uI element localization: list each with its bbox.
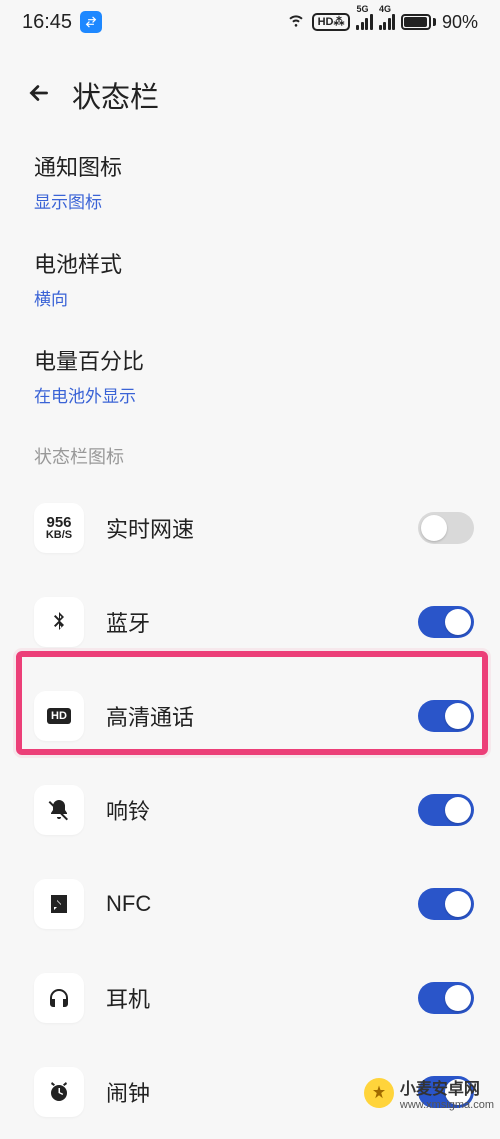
wifi-icon [286,11,306,34]
nfc-icon [34,879,84,929]
item-label: 蓝牙 [106,606,418,638]
item-label: NFC [106,891,418,917]
row-value: 横向 [34,285,466,310]
watermark-name: 小麦安卓网 [400,1081,480,1098]
alarm-icon [34,1067,84,1117]
item-hd-call[interactable]: HD 高清通话 [0,669,500,763]
toggle-netspeed[interactable] [418,512,474,544]
battery-percent: 90% [442,12,478,33]
battery-icon [401,14,436,30]
page-title: 状态栏 [72,74,159,116]
toggle-ring[interactable] [418,794,474,826]
item-bluetooth[interactable]: 蓝牙 [0,575,500,669]
row-value: 在电池外显示 [34,382,466,407]
signal-4g-icon: 4G [379,14,396,30]
section-title: 状态栏图标 [0,425,500,481]
item-label: 高清通话 [106,700,418,732]
row-battery-style[interactable]: 电池样式 横向 [34,247,466,310]
status-time: 16:45 [22,11,72,34]
hd-icon: HD [34,691,84,741]
toggle-nfc[interactable] [418,888,474,920]
signal-5g-icon: 5G [356,14,373,30]
back-button[interactable] [26,80,52,111]
item-netspeed[interactable]: 956KB/S 实时网速 [0,481,500,575]
toggle-headphone[interactable] [418,982,474,1014]
watermark-url: www.xmsigma.com [400,1099,494,1111]
toggle-bluetooth[interactable] [418,606,474,638]
item-label: 实时网速 [106,512,418,544]
watermark: 小麦安卓网 www.xmsigma.com [364,1075,494,1111]
hd-badge-icon: HD⁂ [312,13,351,31]
watermark-icon [364,1078,394,1108]
headphone-icon [34,973,84,1023]
row-battery-percent[interactable]: 电量百分比 在电池外显示 [34,344,466,407]
item-label: 耳机 [106,982,418,1014]
toggle-hd-call[interactable] [418,700,474,732]
row-value: 显示图标 [34,188,466,213]
item-ring[interactable]: 响铃 [0,763,500,857]
item-nfc[interactable]: NFC [0,857,500,951]
row-label: 电量百分比 [34,344,466,376]
row-label: 电池样式 [34,247,466,279]
bluetooth-icon [34,597,84,647]
item-headphone[interactable]: 耳机 [0,951,500,1045]
bell-off-icon [34,785,84,835]
row-notification-icon[interactable]: 通知图标 显示图标 [34,150,466,213]
netspeed-icon: 956KB/S [34,503,84,553]
status-bar: 16:45 HD⁂ 5G 4G 90% [0,0,500,40]
row-label: 通知图标 [34,150,466,182]
page-header: 状态栏 [0,40,500,126]
app-sync-icon [80,11,102,33]
item-label: 响铃 [106,794,418,826]
